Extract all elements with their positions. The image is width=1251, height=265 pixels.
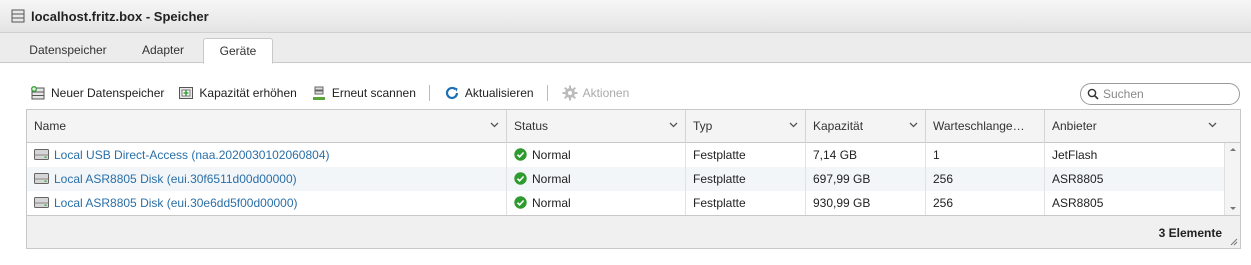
item-count: 3 Elemente	[1158, 226, 1222, 240]
rescan-label: Erneut scannen	[331, 86, 416, 100]
cell-type: Festplatte	[686, 167, 806, 191]
column-header-vendor[interactable]: Anbieter	[1045, 110, 1224, 143]
cell-queue: 1	[926, 143, 1045, 167]
toolbar: Neuer Datenspeicher Kapazität erhöhen Er…	[30, 82, 643, 104]
search-icon	[1087, 88, 1099, 100]
cell-vendor: ASR8805	[1052, 172, 1104, 186]
table-row[interactable]: Local ASR8805 Disk (eui.30e6dd5f00d00000…	[27, 191, 1224, 215]
status-ok-icon	[514, 148, 527, 162]
increase-capacity-label: Kapazität erhöhen	[199, 86, 297, 100]
cell-capacity: 7,14 GB	[806, 143, 926, 167]
column-header-label: Name	[34, 119, 67, 133]
device-name-link[interactable]: Local ASR8805 Disk (eui.30f6511d00d00000…	[54, 172, 297, 186]
refresh-icon	[445, 86, 458, 100]
tab-datenspeicher[interactable]: Datenspeicher	[14, 38, 122, 63]
cell-capacity: 697,99 GB	[806, 167, 926, 191]
table-header: Name Status Typ Kapazität Warteschlange……	[27, 110, 1240, 143]
status-text: Normal	[532, 148, 571, 162]
new-datastore-icon	[31, 86, 45, 100]
column-header-type[interactable]: Typ	[686, 110, 806, 143]
refresh-label: Aktualisieren	[464, 86, 534, 100]
column-header-label: Warteschlange…	[933, 119, 1025, 133]
scroll-down-icon[interactable]	[1230, 207, 1236, 210]
chevron-down-icon	[490, 122, 499, 128]
status-text: Normal	[532, 172, 571, 186]
status-ok-icon	[514, 172, 527, 186]
search-box	[1080, 83, 1240, 105]
status-ok-icon	[514, 196, 527, 210]
disk-icon	[34, 173, 49, 185]
window-title: localhost.fritz.box - Speicher	[31, 8, 209, 24]
status-text: Normal	[532, 196, 571, 210]
devices-table: Name Status Typ Kapazität Warteschlange……	[26, 109, 1241, 249]
window-titlebar: localhost.fritz.box - Speicher	[0, 0, 1251, 33]
resize-grip-icon[interactable]	[1230, 238, 1238, 246]
column-header-queue[interactable]: Warteschlange…	[926, 110, 1045, 143]
cell-status: Normal	[507, 143, 686, 167]
column-header-label: Status	[514, 119, 549, 133]
table-row[interactable]: Local ASR8805 Disk (eui.30f6511d00d00000…	[27, 167, 1224, 191]
cell-status: Normal	[507, 167, 686, 191]
column-header-label: Anbieter	[1052, 119, 1097, 133]
storage-icon	[11, 9, 25, 23]
toolbar-separator	[546, 85, 548, 101]
table-footer: 3 Elemente	[27, 215, 1240, 248]
tab-geraete[interactable]: Geräte	[203, 38, 273, 64]
rescan-icon	[312, 86, 325, 100]
rescan-button[interactable]: Erneut scannen	[311, 82, 416, 104]
increase-capacity-button[interactable]: Kapazität erhöhen	[178, 82, 297, 104]
actions-label: Aktionen	[582, 86, 630, 100]
cell-vendor: JetFlash	[1052, 148, 1098, 162]
table-row[interactable]: Local USB Direct-Access (naa.20200301020…	[27, 143, 1224, 167]
cell-status: Normal	[507, 191, 686, 215]
toolbar-separator	[428, 85, 430, 101]
cell-queue: 256	[926, 191, 1045, 215]
cell-capacity: 930,99 GB	[806, 191, 926, 215]
chevron-down-icon	[789, 122, 798, 128]
gear-icon	[562, 85, 578, 101]
cell-vendor: ASR8805	[1052, 196, 1104, 210]
refresh-button[interactable]: Aktualisieren	[444, 82, 534, 104]
cell-name: Local ASR8805 Disk (eui.30e6dd5f00d00000…	[27, 191, 507, 215]
cell-queue: 256	[926, 167, 1045, 191]
cell-name: Local USB Direct-Access (naa.20200301020…	[27, 143, 507, 167]
disk-icon	[34, 149, 49, 161]
search-input[interactable]	[1103, 87, 1233, 101]
chevron-down-icon	[669, 122, 678, 128]
cell-type: Festplatte	[686, 143, 806, 167]
chevron-down-icon	[1208, 122, 1217, 128]
new-datastore-button[interactable]: Neuer Datenspeicher	[30, 82, 164, 104]
device-name-link[interactable]: Local ASR8805 Disk (eui.30e6dd5f00d00000…	[54, 196, 298, 210]
tab-adapter[interactable]: Adapter	[128, 38, 198, 63]
scroll-up-icon[interactable]	[1230, 148, 1236, 151]
cell-type: Festplatte	[686, 191, 806, 215]
vertical-scrollbar[interactable]	[1224, 143, 1240, 215]
cell-name: Local ASR8805 Disk (eui.30f6511d00d00000…	[27, 167, 507, 191]
table-body: Local USB Direct-Access (naa.20200301020…	[27, 143, 1240, 215]
disk-icon	[34, 197, 49, 209]
actions-button[interactable]: Aktionen	[562, 82, 630, 104]
tab-bar: Datenspeicher Adapter Geräte	[0, 33, 1251, 64]
new-datastore-label: Neuer Datenspeicher	[51, 86, 165, 100]
device-name-link[interactable]: Local USB Direct-Access (naa.20200301020…	[54, 148, 330, 162]
chevron-down-icon	[909, 122, 918, 128]
column-header-status[interactable]: Status	[507, 110, 686, 143]
increase-capacity-icon	[179, 87, 194, 99]
column-header-label: Typ	[693, 119, 713, 133]
column-header-name[interactable]: Name	[27, 110, 507, 143]
column-header-label: Kapazität	[813, 119, 864, 133]
column-header-capacity[interactable]: Kapazität	[806, 110, 926, 143]
